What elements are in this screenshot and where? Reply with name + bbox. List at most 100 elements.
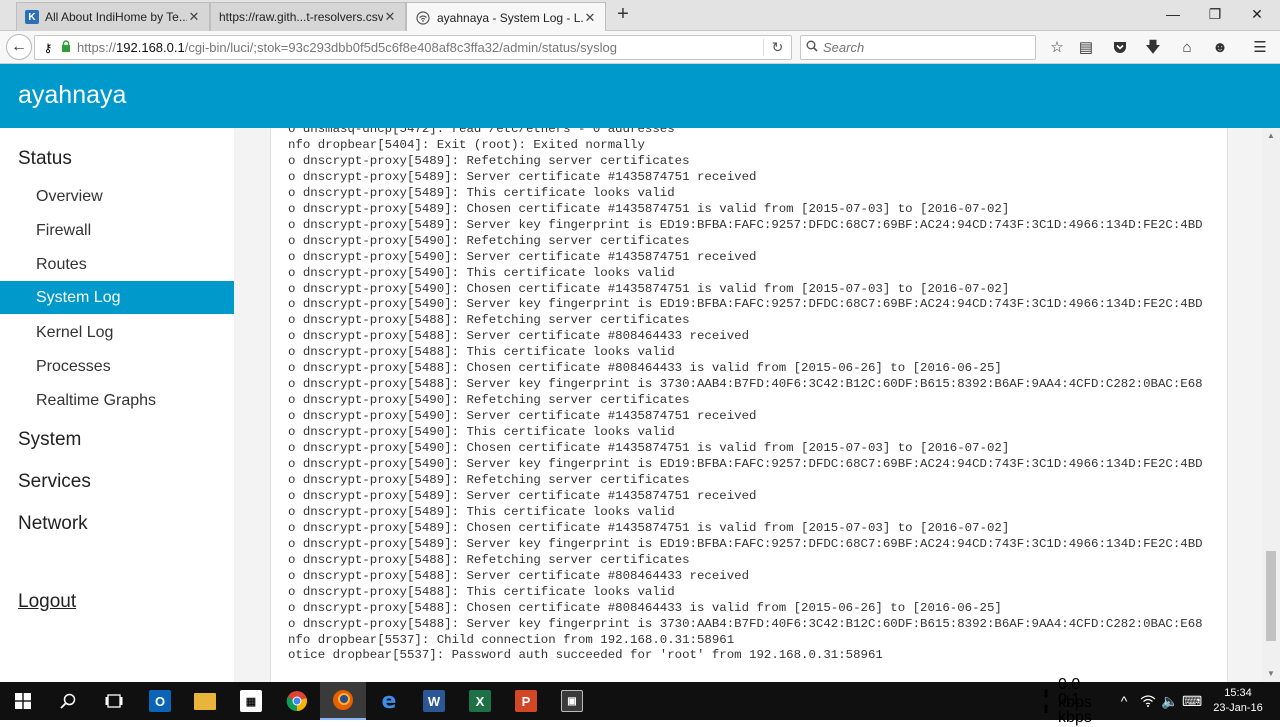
- log-line: o dnscrypt-proxy[5490]: Refetching serve…: [288, 233, 690, 248]
- task-view-button[interactable]: [91, 682, 137, 720]
- logout-link[interactable]: Logout: [18, 591, 76, 613]
- search-input[interactable]: [823, 40, 1023, 55]
- taskbar-chrome[interactable]: [274, 682, 320, 720]
- arrow-up-icon: ⬆: [1040, 701, 1052, 716]
- back-button[interactable]: ←: [6, 34, 32, 60]
- chat-icon[interactable]: ☻: [1208, 37, 1232, 59]
- start-button[interactable]: [0, 682, 46, 720]
- pocket-icon[interactable]: [1108, 37, 1132, 59]
- sidebar: Status Overview Firewall Routes System L…: [0, 128, 234, 682]
- close-icon[interactable]: ✕: [383, 9, 397, 25]
- log-line: o dnscrypt-proxy[5490]: Server certifica…: [288, 249, 757, 264]
- log-line: o dnscrypt-proxy[5490]: Refetching serve…: [288, 393, 690, 408]
- store-icon: ▦: [240, 690, 262, 712]
- keyboard-icon[interactable]: ⌨: [1182, 682, 1202, 720]
- excel-icon: X: [469, 690, 491, 712]
- key-icon[interactable]: ⚷: [39, 41, 57, 55]
- powerpoint-icon: P: [515, 690, 537, 712]
- task-view-icon: [105, 694, 123, 708]
- browser-tabstrip: K All About IndiHome by Te... ✕ https://…: [0, 0, 1280, 32]
- taskbar-store[interactable]: ▦: [228, 682, 274, 720]
- log-line: o dnscrypt-proxy[5488]: Chosen certifica…: [288, 361, 1002, 376]
- log-line: o dnscrypt-proxy[5490]: Server key finge…: [288, 297, 1203, 312]
- taskbar-word[interactable]: W: [411, 682, 457, 720]
- menu-item-firewall[interactable]: Firewall: [0, 214, 234, 247]
- log-line: o dnscrypt-proxy[5488]: Refetching serve…: [288, 552, 690, 567]
- minimize-button[interactable]: —: [1152, 0, 1194, 28]
- menu-item-processes[interactable]: Processes: [0, 350, 234, 383]
- new-tab-button[interactable]: +: [612, 4, 634, 26]
- log-line: o dnscrypt-proxy[5488]: Server key finge…: [288, 616, 1203, 631]
- volume-icon[interactable]: 🔈: [1160, 682, 1180, 720]
- tab-resolvers-csv[interactable]: https://raw.gith...t-resolvers.csv ✕: [210, 2, 406, 31]
- brand-title[interactable]: ayahnaya: [18, 81, 126, 110]
- chrome-icon: [286, 691, 307, 712]
- taskbar-powerpoint[interactable]: P: [503, 682, 549, 720]
- menu-item-overview[interactable]: Overview: [0, 180, 234, 213]
- k-icon: K: [25, 10, 39, 24]
- log-line: o dnscrypt-proxy[5490]: This certificate…: [288, 425, 675, 440]
- wifi-tray-icon[interactable]: [1138, 682, 1158, 720]
- url-scheme: https://: [77, 40, 117, 55]
- log-line: o dnscrypt-proxy[5490]: This certificate…: [288, 265, 675, 280]
- menu-icon[interactable]: ☰: [1248, 37, 1272, 59]
- url-text[interactable]: https://192.168.0.1/cgi-bin/luci/;stok=9…: [75, 40, 763, 55]
- page-scrollbar[interactable]: ▲ ▼: [1262, 128, 1280, 682]
- maximize-button[interactable]: ❐: [1194, 0, 1236, 28]
- wifi-icon: [415, 10, 431, 26]
- menu-item-realtime-graphs[interactable]: Realtime Graphs: [0, 384, 234, 417]
- reload-icon[interactable]: ↻: [763, 39, 791, 56]
- menu-services[interactable]: Services: [18, 471, 91, 493]
- log-line: o dnscrypt-proxy[5488]: Chosen certifica…: [288, 600, 1002, 615]
- chevron-up-icon[interactable]: ^: [1114, 682, 1134, 720]
- taskbar-explorer[interactable]: [182, 682, 228, 720]
- url-bar[interactable]: ⚷ https://192.168.0.1/cgi-bin/luci/;stok…: [34, 35, 792, 60]
- arrow-left-icon: ←: [11, 38, 27, 55]
- taskbar-excel[interactable]: X: [457, 682, 503, 720]
- url-host: 192.168.0.1: [116, 40, 185, 55]
- log-line: o dnscrypt-proxy[5490]: Server certifica…: [288, 409, 757, 424]
- search-icon: [60, 693, 76, 709]
- bookmark-star-icon[interactable]: ☆: [1045, 37, 1069, 59]
- menu-system[interactable]: System: [18, 429, 81, 451]
- menu-item-system-log[interactable]: System Log: [0, 281, 234, 314]
- close-window-button[interactable]: ✕: [1236, 0, 1278, 28]
- menu-network[interactable]: Network: [18, 513, 88, 535]
- search-taskbar-button[interactable]: [45, 682, 91, 720]
- taskbar-edge[interactable]: e: [366, 682, 412, 720]
- tab-indihome[interactable]: K All About IndiHome by Te... ✕: [16, 2, 210, 31]
- lock-icon[interactable]: [57, 40, 75, 55]
- reading-list-icon[interactable]: ▤: [1074, 37, 1098, 59]
- home-icon[interactable]: ⌂: [1175, 37, 1199, 59]
- log-line: o dnscrypt-proxy[5489]: Refetching serve…: [288, 472, 690, 487]
- tab-title: https://raw.gith...t-resolvers.csv: [219, 10, 383, 24]
- syslog-textarea[interactable]: o dnsmasq-dhcp[5472]: read /etc/ethers -…: [270, 128, 1228, 682]
- tab-title: All About IndiHome by Te...: [45, 10, 187, 24]
- close-icon[interactable]: ✕: [187, 9, 201, 25]
- taskbar-firefox[interactable]: [320, 682, 366, 720]
- tab-title: ayahnaya - System Log - L...: [437, 10, 583, 25]
- menu-item-routes[interactable]: Routes: [0, 248, 234, 281]
- windows-taskbar: O ▦ e W X P ▣ ⬇ 0.0 kbps ⬆ 0.1 kbps ^ 🔈 ⌨ …: [0, 676, 1280, 726]
- url-path: /cgi-bin/luci/;stok=93c293dbb0f5d5c6f8e4…: [184, 40, 618, 55]
- search-box[interactable]: [800, 35, 1036, 60]
- download-icon[interactable]: 🡇: [1141, 37, 1165, 59]
- log-line: o dnscrypt-proxy[5488]: Server certifica…: [288, 568, 750, 583]
- outlook-icon: O: [149, 690, 171, 712]
- word-icon: W: [423, 690, 445, 712]
- log-line: o dnscrypt-proxy[5490]: Chosen certifica…: [288, 441, 1010, 456]
- taskbar-network-app[interactable]: ▣: [549, 682, 595, 720]
- search-icon: [801, 40, 823, 55]
- scrollbar-thumb[interactable]: [1266, 551, 1276, 641]
- syslog-content: o dnsmasq-dhcp[5472]: read /etc/ethers -…: [288, 128, 1203, 664]
- tab-system-log[interactable]: ayahnaya - System Log - L... ✕: [406, 2, 606, 32]
- scroll-up-icon[interactable]: ▲: [1262, 128, 1280, 144]
- scroll-down-icon[interactable]: ▼: [1262, 666, 1280, 682]
- taskbar-outlook[interactable]: O: [137, 682, 183, 720]
- net-up-speed: 0.1 kbps: [1058, 690, 1092, 726]
- menu-status[interactable]: Status: [18, 148, 72, 170]
- close-icon[interactable]: ✕: [583, 10, 597, 26]
- menu-item-kernel-log[interactable]: Kernel Log: [0, 316, 234, 349]
- taskbar-clock[interactable]: 15:34 23-Jan-16: [1206, 686, 1270, 716]
- network-app-icon: ▣: [561, 690, 583, 712]
